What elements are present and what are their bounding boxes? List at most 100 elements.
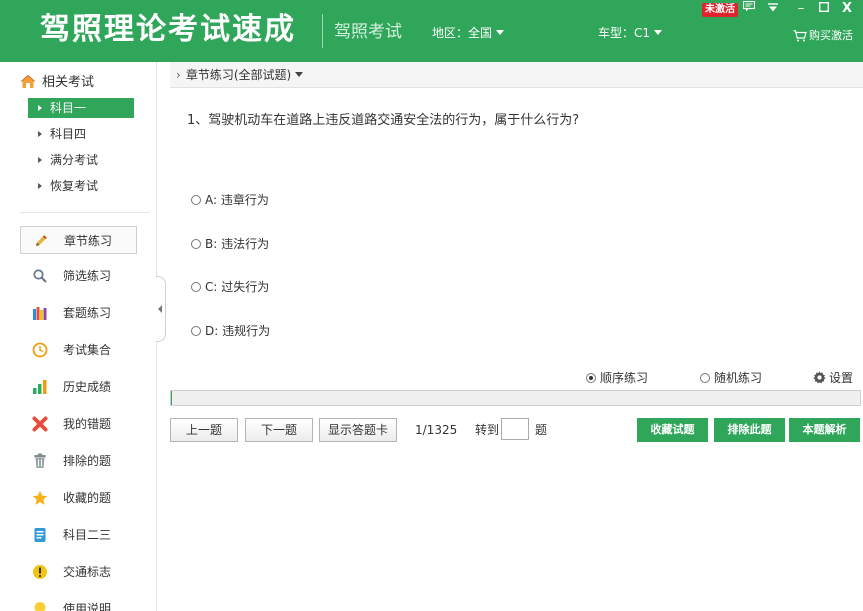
message-icon[interactable] xyxy=(740,0,758,17)
sidebar-item-traffic-signs[interactable]: 交通标志 xyxy=(20,558,137,586)
prev-question-button[interactable]: 上一题 xyxy=(170,418,238,442)
sidebar-item-label: 排除的题 xyxy=(63,454,112,468)
bulb-icon xyxy=(34,602,46,611)
related-exams-label: 相关考试 xyxy=(42,75,95,90)
search-icon xyxy=(33,269,47,283)
sidebar-subject-4[interactable]: 科目四 xyxy=(28,124,134,144)
option-label: C: 过失行为 xyxy=(205,280,270,294)
sidebar-item-label: 套题练习 xyxy=(63,306,112,320)
subject-label: 科目四 xyxy=(50,127,87,141)
main-panel: › 章节练习(全部试题) 1、驾驶机动车在道路上违反道路交通安全法的行为，属于什么… xyxy=(170,62,863,611)
sidebar-item-label: 交通标志 xyxy=(63,565,112,579)
sidebar-item-label: 使用说明 xyxy=(63,602,112,611)
app-title: 驾照理论考试速成 xyxy=(40,12,296,47)
sidebar-item-subject-2-3[interactable]: 科目二三 xyxy=(20,521,137,549)
dropdown-menu-icon[interactable] xyxy=(764,1,782,17)
document-icon xyxy=(34,528,46,542)
subject-label: 科目一 xyxy=(50,101,87,115)
sidebar-recovery-exam[interactable]: 恢复考试 xyxy=(28,176,134,196)
radio-icon xyxy=(191,195,201,205)
activation-status-badge: 未激活 xyxy=(702,3,738,17)
subject-label: 恢复考试 xyxy=(50,179,99,193)
sidebar-item-chapter-practice[interactable]: 章节练习 xyxy=(20,226,137,254)
chevron-down-icon xyxy=(295,72,304,77)
sidebar-item-filter-practice[interactable]: 筛选练习 xyxy=(20,262,137,290)
sidebar-item-label: 我的错题 xyxy=(63,417,112,431)
sidebar: 相关考试 科目一 科目四 满分考试 恢复考试 章节练习 筛选练习 套题练习 考试… xyxy=(0,62,157,611)
sidebar-item-set-practice[interactable]: 套题练习 xyxy=(20,299,137,327)
sidebar-item-instructions[interactable]: 使用说明 xyxy=(20,595,137,611)
sequential-mode-label: 顺序练习 xyxy=(600,371,649,385)
sidebar-item-history-scores[interactable]: 历史成绩 xyxy=(20,373,137,401)
option-b[interactable]: B: 违法行为 xyxy=(191,236,269,252)
radio-icon xyxy=(191,239,201,249)
caret-right-icon xyxy=(38,183,42,189)
app-window: 驾照理论考试速成 驾照考试 地区：全国 车型：C1 未激活 – X 购买激活 相… xyxy=(0,0,863,611)
sidebar-item-label: 历史成绩 xyxy=(63,380,112,394)
gear-icon xyxy=(813,371,826,384)
home-icon xyxy=(20,75,36,88)
radio-checked-icon xyxy=(586,373,596,383)
breadcrumb-label: 章节练习(全部试题) xyxy=(185,68,292,82)
sidebar-item-exam-collection[interactable]: 考试集合 xyxy=(20,336,137,364)
sidebar-item-my-mistakes[interactable]: 我的错题 xyxy=(20,410,137,438)
clock-icon xyxy=(32,342,48,358)
progress-fill xyxy=(171,391,172,405)
settings-button[interactable]: 设置 xyxy=(813,370,853,386)
sequential-mode-radio[interactable]: 顺序练习 xyxy=(586,370,648,386)
option-d[interactable]: D: 违规行为 xyxy=(191,323,270,339)
radio-icon xyxy=(700,373,710,383)
pencil-icon xyxy=(36,235,47,246)
warning-icon xyxy=(33,565,47,579)
goto-label: 转到 xyxy=(475,423,500,437)
caret-right-icon xyxy=(38,131,42,137)
settings-label: 设置 xyxy=(829,371,854,385)
goto-question-input[interactable] xyxy=(501,418,529,440)
chapter-selector[interactable]: › 章节练习(全部试题) xyxy=(170,62,863,88)
option-c[interactable]: C: 过失行为 xyxy=(191,279,269,295)
next-question-button[interactable]: 下一题 xyxy=(245,418,313,442)
chevron-down-icon xyxy=(654,30,663,35)
region-label: 地区：全国 xyxy=(432,26,493,40)
books-icon xyxy=(33,307,47,320)
random-mode-radio[interactable]: 随机练习 xyxy=(700,370,762,386)
radio-icon xyxy=(191,282,201,292)
buy-activate-label: 购买激活 xyxy=(809,29,853,42)
sidebar-subject-1[interactable]: 科目一 xyxy=(28,98,134,118)
caret-right-icon xyxy=(38,157,42,163)
related-exams-header: 相关考试 xyxy=(20,74,94,92)
star-icon xyxy=(32,490,48,505)
title-bar: 驾照理论考试速成 驾照考试 地区：全国 车型：C1 未激活 – X 购买激活 xyxy=(0,0,863,62)
show-answer-card-button[interactable]: 显示答题卡 xyxy=(319,418,397,442)
subject-label: 满分考试 xyxy=(50,153,99,167)
sidebar-item-favorite-questions[interactable]: 收藏的题 xyxy=(20,484,137,512)
cross-icon xyxy=(32,416,48,432)
question-explanation-button[interactable]: 本题解析 xyxy=(789,418,860,442)
caret-right-icon xyxy=(38,105,42,111)
close-button[interactable]: X xyxy=(838,1,856,17)
goto-suffix-label: 题 xyxy=(535,423,548,437)
region-selector[interactable]: 地区：全国 xyxy=(432,25,505,41)
exclude-question-button[interactable]: 排除此题 xyxy=(714,418,785,442)
chevron-down-icon xyxy=(496,30,505,35)
sidebar-item-excluded-questions[interactable]: 排除的题 xyxy=(20,447,137,475)
app-subtitle: 驾照考试 xyxy=(334,22,402,42)
minimize-button[interactable]: – xyxy=(792,1,810,17)
sidebar-full-score-exam[interactable]: 满分考试 xyxy=(28,150,134,170)
option-a[interactable]: A: 违章行为 xyxy=(191,192,269,208)
sidebar-item-label: 科目二三 xyxy=(63,528,112,542)
car-type-selector[interactable]: 车型：C1 xyxy=(598,25,663,41)
sidebar-collapse-toggle[interactable] xyxy=(156,276,166,342)
car-type-label: 车型：C1 xyxy=(598,26,651,40)
buy-activate-button[interactable]: 购买激活 xyxy=(793,29,853,43)
sidebar-item-label: 收藏的题 xyxy=(63,491,112,505)
option-label: D: 违规行为 xyxy=(205,324,271,338)
cart-icon xyxy=(793,30,807,42)
progress-bar xyxy=(170,390,861,406)
bar-chart-icon xyxy=(33,380,47,394)
option-label: B: 违法行为 xyxy=(205,237,270,251)
favorite-question-button[interactable]: 收藏试题 xyxy=(637,418,708,442)
header-divider xyxy=(322,14,323,48)
maximize-button[interactable] xyxy=(815,1,833,17)
trash-icon xyxy=(34,453,46,468)
